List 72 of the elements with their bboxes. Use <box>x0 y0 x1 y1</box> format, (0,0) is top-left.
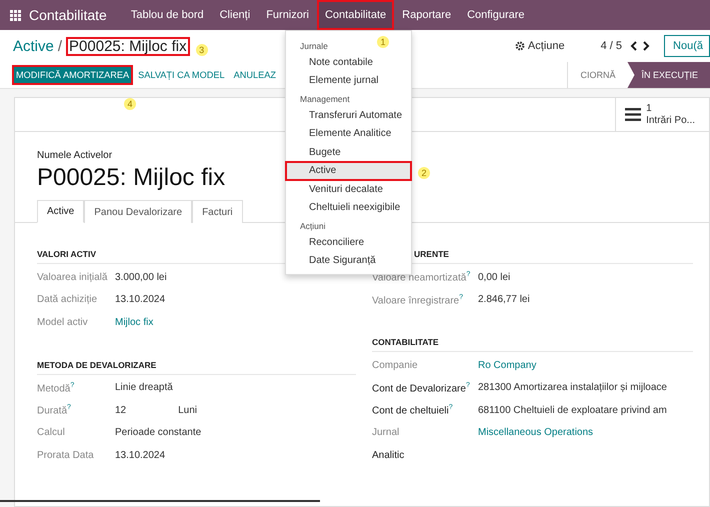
field-value: 13.10.2024 <box>115 450 166 461</box>
new-button[interactable]: Nou(ă <box>664 35 710 57</box>
field-label: Dată achiziție <box>37 294 98 306</box>
field-label: Companie <box>372 360 419 371</box>
app-name[interactable]: Contabilitate <box>29 7 107 23</box>
menu-item[interactable]: Venituri decalate <box>286 180 411 198</box>
form-tab[interactable]: Facturi <box>192 200 243 223</box>
action-button[interactable]: ANULEAZ <box>230 65 280 85</box>
status-step[interactable]: ÎN EXECUȚIE <box>627 62 710 88</box>
breadcrumb-current: P00025: Mijloc fix <box>66 36 190 56</box>
scrollbar[interactable] <box>0 500 320 502</box>
menu-item[interactable]: Cheltuieli neexigibile <box>286 198 411 217</box>
menu-section-heading: Management <box>300 93 350 106</box>
menu-section-heading: Jurnale <box>300 40 328 53</box>
nav-menu-item[interactable]: Contabilitate <box>316 0 394 30</box>
smart-button[interactable]: 1 Intrări Po... <box>615 98 709 131</box>
form-tab[interactable]: Panou Devalorizare <box>84 200 192 223</box>
gear-icon <box>514 41 525 51</box>
nav-menu-item[interactable]: Furnizori <box>258 0 317 30</box>
menu-item[interactable]: Reconciliere <box>286 233 411 252</box>
previous-icon[interactable] <box>630 41 638 51</box>
breadcrumb-link[interactable]: Active <box>13 38 54 54</box>
nav-menu-item[interactable]: Tablou de bord <box>122 0 212 30</box>
menu-item[interactable]: Bugete <box>286 143 411 162</box>
field-label: Numele Activelor <box>37 150 112 161</box>
nav-menu-item[interactable]: Clienți <box>212 0 258 30</box>
menu-item[interactable]: Elemente Analitice <box>286 124 411 143</box>
action-button[interactable]: SALVAȚI CA MODEL <box>134 65 229 85</box>
field-value: 3.000,00 lei <box>115 272 167 283</box>
field-link[interactable]: Ro Company <box>478 360 536 371</box>
menu-item[interactable]: Active <box>286 162 411 180</box>
menu-section-heading: Acțiuni <box>300 220 326 233</box>
action-button[interactable]: MODIFICĂ AMORTIZAREA <box>12 65 134 85</box>
field-link[interactable]: Mijloc fix <box>115 316 154 328</box>
field-label: Durată$^{?}$ <box>37 404 72 416</box>
action-menu-button[interactable]: Acțiune <box>514 40 565 52</box>
field-value: Perioade constante <box>115 427 202 438</box>
field-label: Cont de Devalorizare$^{?}$ <box>372 382 471 394</box>
field-label: Prorata Data <box>37 450 95 461</box>
nav-menu-item[interactable]: Configurare <box>459 0 533 30</box>
field-value: 281300 Amortizarea instalațiilor și mijloace <box>478 382 667 394</box>
list-icon <box>625 108 642 121</box>
record-title: P00025: Mijloc fix <box>37 164 226 192</box>
next-icon[interactable] <box>642 41 650 51</box>
field-unit: Luni <box>178 404 198 416</box>
field-label: Calcul <box>37 427 66 438</box>
field-value: 0,00 lei <box>478 272 510 283</box>
status-step[interactable]: CIORNĂ <box>568 62 628 88</box>
pager-counter: 4 / 5 <box>600 40 622 52</box>
field-label: Model activ <box>37 316 89 328</box>
breadcrumb-separator: / <box>58 38 62 54</box>
field-value: 681100 Cheltuieli de exploatare privind am <box>478 404 667 416</box>
menu-item[interactable]: Transferuri Automate <box>286 106 411 124</box>
field-value: Linie dreaptă <box>115 382 173 394</box>
field-label: Valoare înregistrare$^{?}$ <box>372 294 464 306</box>
field-value: 2.846,77 lei <box>478 294 530 306</box>
section-heading: CONTABILITATE <box>372 337 693 352</box>
field-link[interactable]: Miscellaneous Operations <box>478 427 594 438</box>
field-label: Jurnal <box>372 427 400 438</box>
field-label: Analitic <box>372 450 406 461</box>
field-label: Cont de cheltuieli$^{?}$ <box>372 404 454 416</box>
field-label: Metodă$^{?}$ <box>37 382 76 394</box>
callout-number: 3 <box>196 44 208 56</box>
form-tab[interactable]: Active <box>37 200 84 223</box>
section-heading: METODA DE DEVALORIZARE <box>37 360 356 374</box>
menu-item[interactable]: Note contabile <box>286 53 411 72</box>
field-label: Valoarea inițială <box>37 272 108 283</box>
field-value: 12 <box>115 404 126 416</box>
apps-menu-icon[interactable] <box>10 10 21 20</box>
nav-menu-item[interactable]: Raportare <box>394 0 460 30</box>
menu-item[interactable]: Elemente jurnal <box>286 72 411 90</box>
field-value: 13.10.2024 <box>115 294 166 306</box>
